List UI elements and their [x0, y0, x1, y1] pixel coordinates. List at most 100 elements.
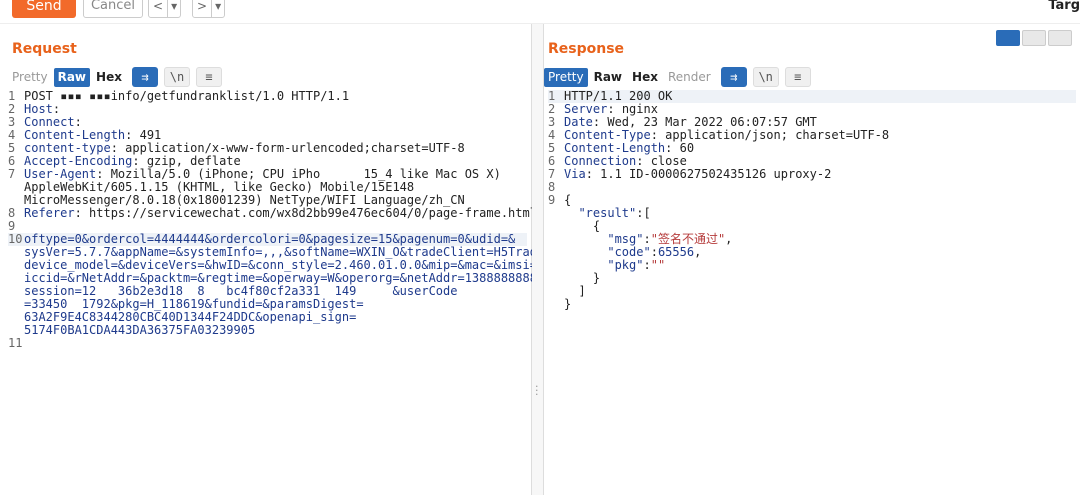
json-punct: : [643, 258, 651, 272]
line-number [8, 311, 24, 324]
body-params: 5174F0BA1CDA443DA36375FA03239905 [24, 323, 256, 337]
cancel-button[interactable]: Cancel [83, 0, 143, 18]
code-line: 7 Via: 1.1 ID-0000627502435126 uproxy-2 [548, 168, 1076, 181]
tab-hex[interactable]: Hex [628, 68, 662, 87]
response-editor[interactable]: 1 HTTP/1.1 200 OK 2 Server: nginx 3 Date: Wed… [548, 90, 1076, 311]
header-name: content-type [24, 141, 111, 155]
send-button[interactable]: Send [12, 0, 76, 18]
request-tabs: Pretty Raw Hex ⇉ \n ≡ [8, 67, 222, 87]
json-punct: , [694, 245, 702, 259]
tab-pretty[interactable]: Pretty [544, 67, 588, 87]
header-value: 1.1 ID-0000627502435126 uproxy-2 [600, 167, 832, 181]
code-line: 8 [548, 181, 1076, 194]
target-label[interactable]: Targ [1048, 0, 1080, 13]
json-key: "result" [578, 206, 637, 220]
code-line: 5174F0BA1CDA443DA36375FA03239905 [8, 324, 527, 337]
line-content: HTTP/1.1 200 OK [564, 89, 673, 103]
line-number [548, 272, 564, 285]
header-name: Via [564, 167, 586, 181]
json-key: "code" [607, 245, 651, 259]
forward-icon: > [197, 0, 208, 13]
line-number: 10 [8, 232, 23, 246]
menu-icon[interactable]: ≡ [195, 67, 222, 87]
body-params: device_model=&deviceVers=&hwID=&conn_sty… [24, 258, 545, 272]
code-line: } [548, 298, 1076, 311]
split-view-icon[interactable] [996, 30, 1020, 46]
header-value: nginx [621, 102, 658, 116]
line-content: MicroMessenger/8.0.18(0x18001239) NetTyp… [24, 193, 465, 207]
line-content: } [564, 297, 572, 311]
code-line: } [548, 272, 1076, 285]
line-content: { [564, 219, 601, 233]
wrap-icon[interactable]: ⇉ [720, 67, 747, 87]
line-number [8, 246, 24, 259]
header-name: Referer [24, 206, 75, 220]
body-params: 63A2F9E4C8344280CBC40D1344F24DDC&openapi… [24, 310, 357, 324]
header-name: Content-Length [24, 128, 126, 142]
wrap-icon[interactable]: ⇉ [131, 67, 158, 87]
code-line: ] [548, 285, 1076, 298]
json-value: "签名不通过" [650, 232, 726, 246]
line-text: Via: 1.1 ID-0000627502435126 uproxy-2 [564, 167, 832, 181]
header-name: Content-Type [564, 128, 651, 142]
tab-hex[interactable]: Hex [92, 68, 126, 87]
header-value: 491 [139, 128, 162, 142]
json-punct: : [643, 232, 651, 246]
request-editor[interactable]: 1 POST ▪▪▪ ▪▪▪info/getfundranklist/1.0 HT… [8, 90, 551, 350]
header-name: Content-Length [564, 141, 666, 155]
line-content: AppleWebKit/605.1.15 (KHTML, like Gecko)… [24, 180, 415, 194]
line-number [548, 207, 564, 220]
menu-icon[interactable]: ≡ [784, 67, 811, 87]
json-punct: , [725, 232, 733, 246]
horizontal-view-icon[interactable] [1022, 30, 1046, 46]
header-name: User-Agent [24, 167, 97, 181]
json-value: "" [650, 258, 666, 272]
header-value: application/json; charset=UTF-8 [665, 128, 890, 142]
header-value: Mozilla/5.0 (iPhone; CPU iPho 15_4 like … [110, 167, 501, 181]
line-number [548, 233, 564, 246]
tab-raw[interactable]: Raw [590, 68, 626, 87]
line-text: POST ▪▪▪ ▪▪▪info/getfundranklist/1.0 HTT… [24, 90, 349, 103]
response-title: Response [548, 41, 625, 57]
tab-render[interactable]: Render [664, 68, 715, 87]
body-params: oftype=0&ordercol=4444444&ordercolori=0&… [24, 232, 516, 246]
json-punct: :[ [636, 206, 651, 220]
line-number [548, 246, 564, 259]
line-number: 7 [8, 167, 16, 181]
newline-icon[interactable]: \n [163, 67, 190, 87]
header-name: Date [564, 115, 593, 129]
code-line: 11 [8, 337, 527, 350]
code-line: 1 POST ▪▪▪ ▪▪▪info/getfundranklist/1.0 HT… [8, 90, 527, 103]
body-params: session=12 36b2e3d18 8 bc4f80cf2a331 149… [24, 284, 458, 298]
line-number: 11 [8, 336, 23, 350]
toolbar: Send Cancel < ▾ > ▾ Targ [0, 0, 1080, 24]
single-view-icon[interactable] [1048, 30, 1072, 46]
request-title: Request [12, 41, 77, 57]
json-key: "pkg" [607, 258, 644, 272]
splitter-handle-icon[interactable]: · · · [535, 381, 539, 400]
header-value: https://servicewechat.com/wx8d2bb99e476e… [89, 206, 537, 220]
line-number [548, 285, 564, 298]
body-params: iccid=&rNetAddr=&packtm=&regtime=&operwa… [24, 271, 552, 285]
line-content: } [564, 271, 601, 285]
code-line: 8 Referer: https://servicewechat.com/wx8d… [8, 206, 537, 220]
response-panel: Response Pretty Raw Hex Render ⇉ \n ≡ 1H… [543, 24, 1080, 495]
newline-icon[interactable]: \n [752, 67, 779, 87]
code-line: "pkg":"" [548, 259, 1076, 272]
json-value: 65556 [657, 245, 695, 259]
body-params: =33450 1792&pkg=H_118619&fundid=&paramsD… [24, 297, 364, 311]
panel-splitter[interactable] [532, 24, 543, 495]
tab-pretty[interactable]: Pretty [8, 68, 52, 87]
header-value: close [650, 154, 687, 168]
back-button[interactable]: < ▾ [148, 0, 182, 18]
forward-button[interactable]: > ▾ [192, 0, 226, 18]
line-text: } [564, 298, 571, 311]
tab-raw[interactable]: Raw [53, 67, 91, 87]
line-content: POST ▪▪▪ ▪▪▪info/getfundranklist/1.0 HTT… [24, 89, 350, 103]
line-text: 5174F0BA1CDA443DA36375FA03239905 [24, 324, 255, 337]
header-name: Host [24, 102, 53, 116]
header-value: 60 [679, 141, 695, 155]
